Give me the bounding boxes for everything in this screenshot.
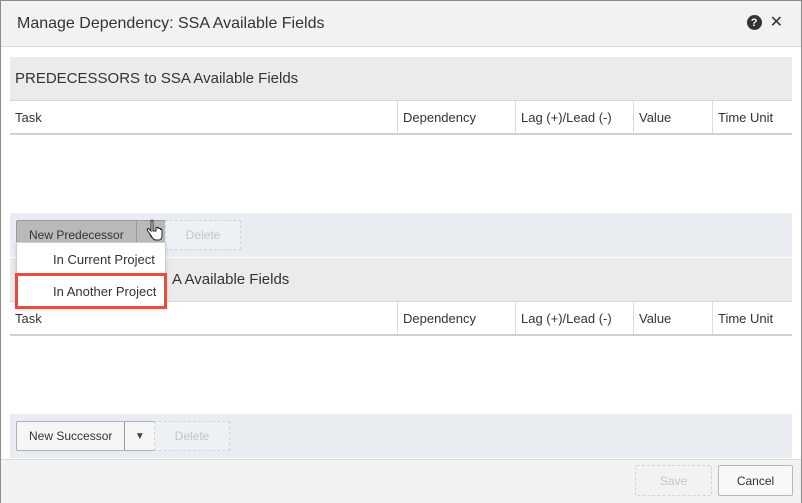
new-successor-button[interactable]: New Successor: [17, 422, 124, 450]
titlebar-icons: ? ✕: [746, 15, 783, 31]
column-header-dependency[interactable]: Dependency: [398, 302, 516, 334]
predecessor-delete-button[interactable]: Delete: [165, 220, 241, 250]
caret-down-icon: ▼: [134, 430, 145, 442]
menu-item-in-another-project[interactable]: In Another Project: [15, 273, 167, 309]
column-header-value[interactable]: Value: [634, 101, 713, 133]
cancel-button[interactable]: Cancel: [718, 465, 793, 496]
close-icon[interactable]: ✕: [770, 15, 783, 31]
predecessors-section: PREDECESSORS to SSA Available Fields Tas…: [10, 57, 792, 257]
hand-cursor-icon: [146, 219, 163, 241]
predecessors-table-body: [10, 135, 792, 213]
successor-delete-button[interactable]: Delete: [154, 421, 230, 451]
column-header-value[interactable]: Value: [634, 302, 713, 334]
column-header-lag-lead[interactable]: Lag (+)/Lead (-): [516, 302, 634, 334]
new-successor-dropdown-toggle[interactable]: ▼: [124, 422, 154, 450]
save-button[interactable]: Save: [635, 465, 712, 496]
predecessors-header: PREDECESSORS to SSA Available Fields: [10, 57, 792, 101]
successors-header-label: A Available Fields: [172, 271, 290, 288]
new-successor-split-button: New Successor ▼: [16, 421, 156, 451]
new-predecessor-menu: In Current Project In Another Project: [15, 242, 167, 309]
column-header-dependency[interactable]: Dependency: [398, 101, 516, 133]
column-header-time-unit[interactable]: Time Unit: [713, 101, 792, 133]
column-header-task[interactable]: Task: [10, 101, 398, 133]
successors-table-body: [10, 336, 792, 414]
menu-item-in-current-project[interactable]: In Current Project: [17, 243, 165, 275]
successors-toolbar: New Successor ▼ Delete: [10, 414, 792, 458]
dialog-title: Manage Dependency: SSA Available Fields: [17, 15, 325, 32]
column-header-time-unit[interactable]: Time Unit: [713, 302, 792, 334]
predecessors-table-header: Task Dependency Lag (+)/Lead (-) Value T…: [10, 101, 792, 135]
dialog-titlebar: Manage Dependency: SSA Available Fields …: [1, 1, 801, 47]
help-icon[interactable]: ?: [746, 15, 762, 30]
column-header-lag-lead[interactable]: Lag (+)/Lead (-): [516, 101, 634, 133]
manage-dependency-dialog: Manage Dependency: SSA Available Fields …: [0, 0, 802, 503]
dialog-footer: Save Cancel: [1, 459, 801, 503]
